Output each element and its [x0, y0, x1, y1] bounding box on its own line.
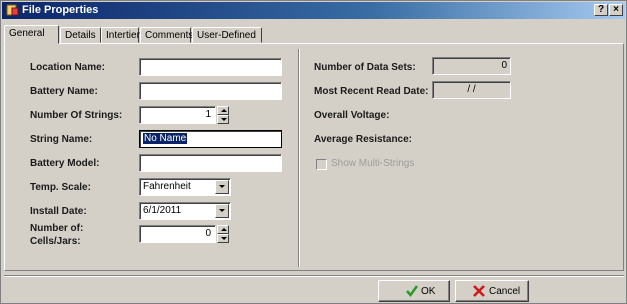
cancel-button[interactable]: Cancel: [455, 280, 529, 302]
tab-intertier[interactable]: Intertier: [101, 27, 140, 43]
battery-model-input[interactable]: [139, 154, 282, 172]
calendar-dropdown-icon[interactable]: [215, 204, 229, 218]
chevron-down-icon[interactable]: [215, 180, 229, 194]
number-of-strings-label: Number Of Strings:: [30, 110, 123, 121]
tab-comments[interactable]: Comments: [140, 27, 193, 43]
spin-up-icon[interactable]: [217, 225, 229, 234]
temp-scale-label: Temp. Scale:: [30, 182, 91, 193]
ok-button[interactable]: OK: [378, 280, 450, 302]
recent-read-date-value: / /: [432, 81, 511, 99]
number-of-cells-spinner[interactable]: [217, 225, 229, 243]
temp-scale-select[interactable]: Fahrenheit: [139, 178, 231, 196]
file-properties-icon: [6, 4, 19, 16]
data-sets-label: Number of Data Sets:: [314, 62, 416, 73]
temp-scale-value: Fahrenheit: [143, 181, 191, 192]
number-of-strings-input[interactable]: 1: [139, 106, 216, 124]
title-bar: File Properties ? ×: [2, 2, 625, 19]
number-of-strings-spinner[interactable]: [217, 106, 229, 124]
tab-details[interactable]: Details: [60, 27, 101, 43]
data-sets-value: 0: [432, 57, 511, 75]
cancel-label: Cancel: [489, 286, 521, 297]
install-date-label: Install Date:: [30, 206, 87, 217]
file-properties-dialog: File Properties ? × General Details Inte…: [0, 0, 627, 304]
column-divider: [298, 49, 300, 267]
checkmark-icon: [406, 285, 419, 298]
number-of-cells-label-line2: Cells/Jars:: [30, 236, 81, 247]
location-name-input[interactable]: [139, 58, 282, 76]
spin-down-icon[interactable]: [217, 115, 229, 124]
battery-name-input[interactable]: [139, 82, 282, 100]
spin-down-icon[interactable]: [217, 234, 229, 243]
battery-name-label: Battery Name:: [30, 86, 98, 97]
install-date-value: 6/1/2011: [143, 205, 182, 216]
window-title: File Properties: [22, 4, 99, 16]
location-name-label: Location Name:: [30, 62, 106, 73]
show-multi-strings-checkbox[interactable]: [316, 159, 327, 170]
recent-read-date-label: Most Recent Read Date:: [314, 86, 429, 97]
tab-user-defined[interactable]: User-Defined: [192, 27, 262, 43]
string-name-label: String Name:: [30, 134, 93, 145]
install-date-picker[interactable]: 6/1/2011: [139, 202, 231, 220]
number-of-cells-input[interactable]: 0: [139, 225, 216, 243]
string-name-input[interactable]: No Name: [139, 130, 282, 148]
battery-model-label: Battery Model:: [30, 158, 100, 169]
help-button[interactable]: ?: [594, 4, 608, 16]
show-multi-strings-label: Show Multi-Strings: [331, 158, 415, 169]
tab-general[interactable]: General: [4, 25, 59, 44]
string-name-value: No Name: [143, 133, 188, 144]
spin-up-icon[interactable]: [217, 106, 229, 115]
average-resistance-label: Average Resistance:: [314, 134, 413, 145]
footer-separator: [4, 275, 624, 277]
ok-label: OK: [421, 286, 436, 297]
cancel-x-icon: [473, 285, 485, 297]
close-button[interactable]: ×: [609, 4, 623, 16]
general-tab-panel: [4, 43, 624, 271]
number-of-cells-label-line1: Number of:: [30, 223, 84, 234]
overall-voltage-label: Overall Voltage:: [314, 110, 390, 121]
